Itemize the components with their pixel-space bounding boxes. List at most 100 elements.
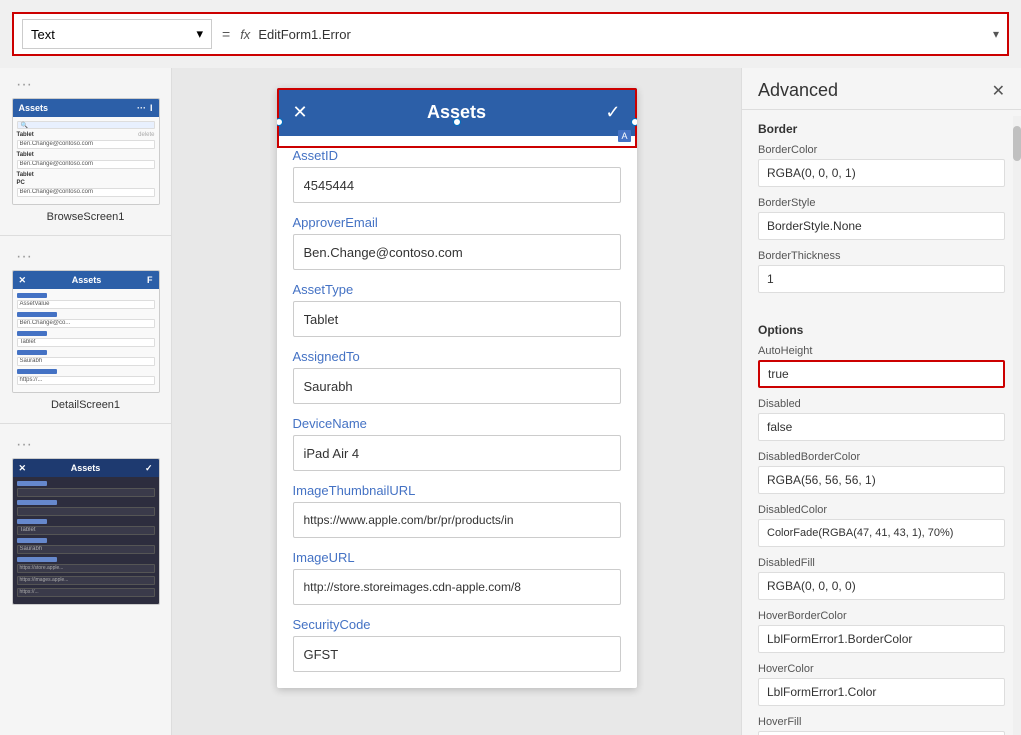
field-security-code: SecurityCode (293, 617, 621, 672)
right-panel-scrollbar-track[interactable] (1013, 116, 1021, 735)
detail-thumb-body: AssetValue Ben.Change@co... Tablet Saura… (13, 289, 159, 392)
field-input-thumbnail-url[interactable] (293, 502, 621, 538)
hover-border-color-row: HoverBorderColor LblFormError1.BorderCol… (758, 610, 1005, 653)
field-input-assigned-to[interactable] (293, 368, 621, 404)
field-label-approver-email: ApproverEmail (293, 215, 621, 230)
hover-fill-label: HoverFill (758, 716, 1005, 728)
auto-height-row: AutoHeight true (758, 345, 1005, 388)
fx-icon: fx (240, 27, 250, 42)
browse-thumb-icon1: ··· (137, 103, 146, 113)
browse-thumb-header: Assets ··· I (13, 99, 159, 117)
field-label-assigned-to: AssignedTo (293, 349, 621, 364)
center-canvas: A ✕ Assets ✓ AssetID ApproverEmail Asset… (172, 68, 741, 735)
formula-input[interactable] (258, 27, 993, 42)
formula-bar: Text ▾ = fx ▾ (12, 12, 1009, 56)
main-area: ··· Assets ··· I 🔍 Tablet delete (0, 68, 1021, 735)
right-panel-close-icon[interactable]: ✕ (992, 81, 1005, 101)
detail-screen-thumb[interactable]: ✕ Assets F AssetValue Ben.Change@co... T… (12, 270, 160, 393)
right-panel-title: Advanced (758, 80, 838, 101)
header-save-icon[interactable]: ✓ (605, 102, 620, 123)
field-input-asset-id[interactable] (293, 167, 621, 203)
options-section: Options AutoHeight true Disabled false D… (742, 311, 1021, 735)
edit-thumb-check: ✓ (145, 463, 153, 474)
right-panel-scrollbar-thumb[interactable] (1013, 126, 1021, 161)
edit-field-4: Saurabh (17, 545, 155, 554)
auto-height-label: AutoHeight (758, 345, 1005, 357)
field-asset-id: AssetID (293, 148, 621, 203)
browse-screen-thumb[interactable]: Assets ··· I 🔍 Tablet delete Ben.Change@… (12, 98, 160, 205)
thumb-label-row-4: PC (17, 180, 155, 186)
hover-color-row: HoverColor LblFormError1.Color (758, 663, 1005, 706)
detail-thumb-header: ✕ Assets F (13, 271, 159, 289)
detail-thumb-edit: F (147, 275, 153, 285)
border-thickness-row: BorderThickness 1 (758, 250, 1005, 293)
detail-thumb-x: ✕ (19, 275, 27, 286)
thumb-label-row-3: Tablet (17, 172, 155, 178)
property-dropdown[interactable]: Text ▾ (22, 19, 212, 49)
edit-thumb-title: Assets (71, 463, 101, 473)
detail-thumb-title: Assets (72, 275, 102, 285)
thumb-label-row-2: Tablet (17, 152, 155, 158)
edit-dots-menu[interactable]: ··· (12, 436, 32, 454)
field-device-name: DeviceName (293, 416, 621, 471)
disabled-color-label: DisabledColor (758, 504, 1005, 516)
browse-screen-label: BrowseScreen1 (47, 211, 125, 223)
dots-menu[interactable]: ··· (12, 76, 32, 94)
dropdown-value: Text (31, 27, 55, 42)
hover-border-color-label: HoverBorderColor (758, 610, 1005, 622)
divider-2 (0, 423, 171, 424)
disabled-color-value: ColorFade(RGBA(47, 41, 43, 1), 70%) (758, 519, 1005, 547)
thumb-field-2: Ben.Change@contoso.com (17, 160, 155, 169)
field-input-asset-type[interactable] (293, 301, 621, 337)
browse-screen-container: ··· Assets ··· I 🔍 Tablet delete (0, 68, 171, 231)
detail-field-1: AssetValue (17, 300, 155, 309)
field-image-url: ImageURL (293, 550, 621, 605)
divider-1 (0, 235, 171, 236)
right-panel-header: Advanced ✕ (742, 68, 1021, 110)
disabled-fill-value: RGBA(0, 0, 0, 0) (758, 572, 1005, 600)
formula-bar-expand-icon[interactable]: ▾ (993, 27, 999, 41)
disabled-row: Disabled false (758, 398, 1005, 441)
border-color-value: RGBA(0, 0, 0, 1) (758, 159, 1005, 187)
border-style-label: BorderStyle (758, 197, 1005, 209)
field-asset-type: AssetType (293, 282, 621, 337)
detail-field-3: Tablet (17, 338, 155, 347)
field-thumbnail-url: ImageThumbnailURL (293, 483, 621, 538)
field-input-device-name[interactable] (293, 435, 621, 471)
hover-color-label: HoverColor (758, 663, 1005, 675)
detail-field-2: Ben.Change@co... (17, 319, 155, 328)
disabled-color-row: DisabledColor ColorFade(RGBA(47, 41, 43,… (758, 504, 1005, 547)
disabled-fill-label: DisabledFill (758, 557, 1005, 569)
border-thickness-label: BorderThickness (758, 250, 1005, 262)
search-row: 🔍 (17, 121, 155, 129)
form-header: ✕ Assets ✓ (277, 88, 637, 136)
disabled-border-color-label: DisabledBorderColor (758, 451, 1005, 463)
detail-screen-label: DetailScreen1 (51, 399, 120, 411)
hover-color-value: LblFormError1.Color (758, 678, 1005, 706)
thumb-field-3: Ben.Change@contoso.com (17, 188, 155, 197)
edit-field-3: Tablet (17, 526, 155, 535)
field-label-security-code: SecurityCode (293, 617, 621, 632)
thumb-label-row-1: Tablet delete (17, 132, 155, 138)
border-color-label: BorderColor (758, 144, 1005, 156)
field-input-image-url[interactable] (293, 569, 621, 605)
field-input-security-code[interactable] (293, 636, 621, 672)
edit-field-5: https://store.apple... (17, 564, 155, 573)
disabled-fill-row: DisabledFill RGBA(0, 0, 0, 0) (758, 557, 1005, 600)
hover-fill-value (758, 731, 1005, 735)
disabled-value: false (758, 413, 1005, 441)
edit-screen-thumb[interactable]: ✕ Assets ✓ Tablet Saurabh https://store.… (12, 458, 160, 605)
equals-symbol: = (222, 26, 230, 42)
browse-thumb-body: 🔍 Tablet delete Ben.Change@contoso.com T… (13, 117, 159, 204)
edit-field-7: https://... (17, 588, 155, 597)
hover-border-color-value: LblFormError1.BorderColor (758, 625, 1005, 653)
detail-dots-menu[interactable]: ··· (12, 248, 32, 266)
border-thickness-value: 1 (758, 265, 1005, 293)
detail-field-4: Saurabh (17, 357, 155, 366)
field-input-approver-email[interactable] (293, 234, 621, 270)
field-approver-email: ApproverEmail (293, 215, 621, 270)
header-close-icon[interactable]: ✕ (293, 102, 308, 123)
edit-thumb-body: Tablet Saurabh https://store.apple... ht… (13, 477, 159, 604)
border-section: Border BorderColor RGBA(0, 0, 0, 1) Bord… (742, 110, 1021, 311)
field-label-image-url: ImageURL (293, 550, 621, 565)
